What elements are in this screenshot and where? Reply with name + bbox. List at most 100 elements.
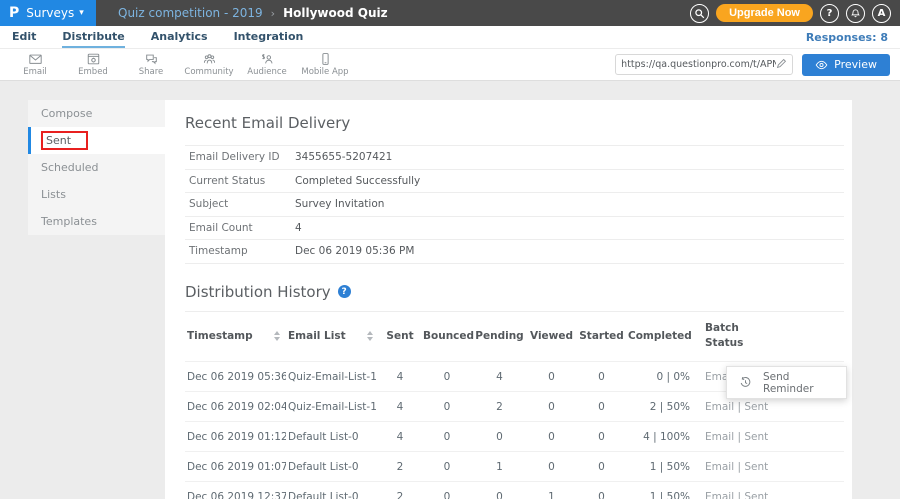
table-row: Dec 06 2019 12:37 PM Default List-0 2 0 … — [185, 482, 844, 499]
detail-value: 3455655-5207421 — [295, 151, 392, 163]
edit-url-button[interactable] — [776, 58, 787, 72]
column-pending: Pending — [473, 311, 526, 362]
cell-sent: 2 — [379, 452, 421, 482]
annotation-highlight: Sent — [41, 131, 88, 150]
survey-url-input[interactable] — [621, 59, 776, 70]
chevron-down-icon: ▾ — [79, 8, 84, 18]
channel-embed[interactable]: Embed — [64, 52, 122, 77]
sidebar-item-lists[interactable]: Lists — [28, 181, 165, 208]
mobile-app-icon — [318, 52, 333, 66]
cell-batch-status: Email | Sent — [692, 482, 787, 499]
notifications-button[interactable] — [846, 4, 865, 23]
channel-mobile-app[interactable]: Mobile App — [296, 52, 354, 77]
column-timestamp: Timestamp — [185, 311, 286, 362]
distribution-history-title: Distribution History — [185, 283, 331, 301]
distribution-history-help-button[interactable]: ? — [338, 285, 351, 298]
sort-icon[interactable] — [274, 331, 280, 341]
cell-email-list: Quiz-Email-List-1 — [286, 362, 379, 392]
cell-sent: 4 — [379, 392, 421, 422]
channel-email[interactable]: Email — [6, 52, 64, 77]
channel-audience[interactable]: Audience — [238, 52, 296, 77]
sidebar-item-sent[interactable]: Sent — [28, 127, 165, 154]
cell-timestamp: Dec 06 2019 01:12 PM — [185, 422, 286, 452]
breadcrumb-separator-icon: › — [271, 7, 275, 20]
cell-sent: 2 — [379, 482, 421, 499]
cell-pending: 0 — [473, 422, 526, 452]
cell-completed: 2 | 50% — [626, 392, 692, 422]
cell-email-list: Quiz-Email-List-1 — [286, 392, 379, 422]
detail-row: Email Delivery ID 3455655-5207421 — [185, 146, 844, 170]
column-sent: Sent — [379, 311, 421, 362]
main-panel: Recent Email Delivery Email Delivery ID … — [165, 100, 852, 499]
preview-button[interactable]: Preview — [802, 54, 890, 76]
cell-viewed: 0 — [526, 452, 577, 482]
topbar-actions: Upgrade Now ? A — [690, 4, 900, 23]
sidebar-item-compose[interactable]: Compose — [28, 100, 165, 127]
recent-email-delivery-title: Recent Email Delivery — [185, 114, 844, 132]
cell-batch-status: Email | Sent — [692, 422, 787, 452]
upgrade-now-button[interactable]: Upgrade Now — [716, 4, 813, 22]
cell-started: 0 — [577, 422, 626, 452]
bell-icon — [850, 8, 861, 19]
sidebar-item-scheduled[interactable]: Scheduled — [28, 154, 165, 181]
distribute-sidebar: Compose Sent Scheduled Lists Templates — [28, 100, 165, 235]
detail-row: Subject Survey Invitation — [185, 193, 844, 217]
detail-label: Email Delivery ID — [185, 151, 295, 163]
breadcrumb-parent[interactable]: Quiz competition - 2019 — [118, 6, 263, 20]
page-content: Compose Sent Scheduled Lists Templates R… — [0, 81, 900, 499]
channel-share[interactable]: Share — [122, 52, 180, 77]
cell-started: 0 — [577, 452, 626, 482]
email-icon — [28, 52, 43, 66]
detail-row: Timestamp Dec 06 2019 05:36 PM — [185, 240, 844, 264]
cell-actions — [787, 422, 844, 452]
breadcrumb: Quiz competition - 2019 › Hollywood Quiz — [118, 6, 388, 20]
cell-started: 0 — [577, 392, 626, 422]
detail-value: Completed Successfully — [295, 175, 420, 187]
community-icon — [202, 52, 217, 66]
cell-completed: 0 | 0% — [626, 362, 692, 392]
channel-community[interactable]: Community — [180, 52, 238, 77]
cell-bounced: 0 — [421, 482, 473, 499]
preview-label: Preview — [834, 58, 877, 71]
sort-icon[interactable] — [367, 331, 373, 341]
cell-pending: 0 — [473, 482, 526, 499]
cell-actions — [787, 482, 844, 499]
breadcrumb-current: Hollywood Quiz — [283, 6, 388, 20]
column-batch-status: Batch Status — [692, 311, 787, 362]
column-email-list: Email List — [286, 311, 379, 362]
product-label: Surveys — [26, 6, 74, 20]
detail-value: Dec 06 2019 05:36 PM — [295, 245, 414, 257]
cell-sent: 4 — [379, 422, 421, 452]
channel-label: Embed — [78, 67, 108, 77]
cell-viewed: 0 — [526, 362, 577, 392]
cell-email-list: Default List-0 — [286, 452, 379, 482]
tab-edit[interactable]: Edit — [12, 26, 36, 48]
detail-label: Email Count — [185, 222, 295, 234]
tab-bar: Edit Distribute Analytics Integration Re… — [0, 26, 900, 49]
avatar[interactable]: A — [872, 4, 891, 23]
audience-icon — [260, 52, 275, 66]
tab-integration[interactable]: Integration — [234, 26, 304, 48]
search-button[interactable] — [690, 4, 709, 23]
tab-analytics[interactable]: Analytics — [151, 26, 208, 48]
brand-surveys-menu[interactable]: P Surveys ▾ — [0, 0, 96, 26]
channel-label: Audience — [247, 67, 286, 77]
help-button[interactable]: ? — [820, 4, 839, 23]
tab-distribute[interactable]: Distribute — [62, 26, 124, 48]
sidebar-item-label: Scheduled — [41, 161, 99, 174]
search-icon — [694, 8, 705, 19]
sidebar-item-templates[interactable]: Templates — [28, 208, 165, 235]
sidebar-item-label: Templates — [41, 215, 97, 228]
detail-label: Current Status — [185, 175, 295, 187]
responses-count[interactable]: Responses: 8 — [806, 26, 888, 48]
sidebar-item-label: Lists — [41, 188, 66, 201]
cell-viewed: 1 — [526, 482, 577, 499]
detail-label: Timestamp — [185, 245, 295, 257]
cell-started: 0 — [577, 362, 626, 392]
pencil-icon — [776, 58, 787, 69]
cell-timestamp: Dec 06 2019 02:04 PM — [185, 392, 286, 422]
send-reminder-menu-item[interactable]: Send Reminder — [727, 367, 846, 398]
cell-bounced: 0 — [421, 452, 473, 482]
cell-completed: 1 | 50% — [626, 452, 692, 482]
share-icon — [144, 52, 159, 66]
